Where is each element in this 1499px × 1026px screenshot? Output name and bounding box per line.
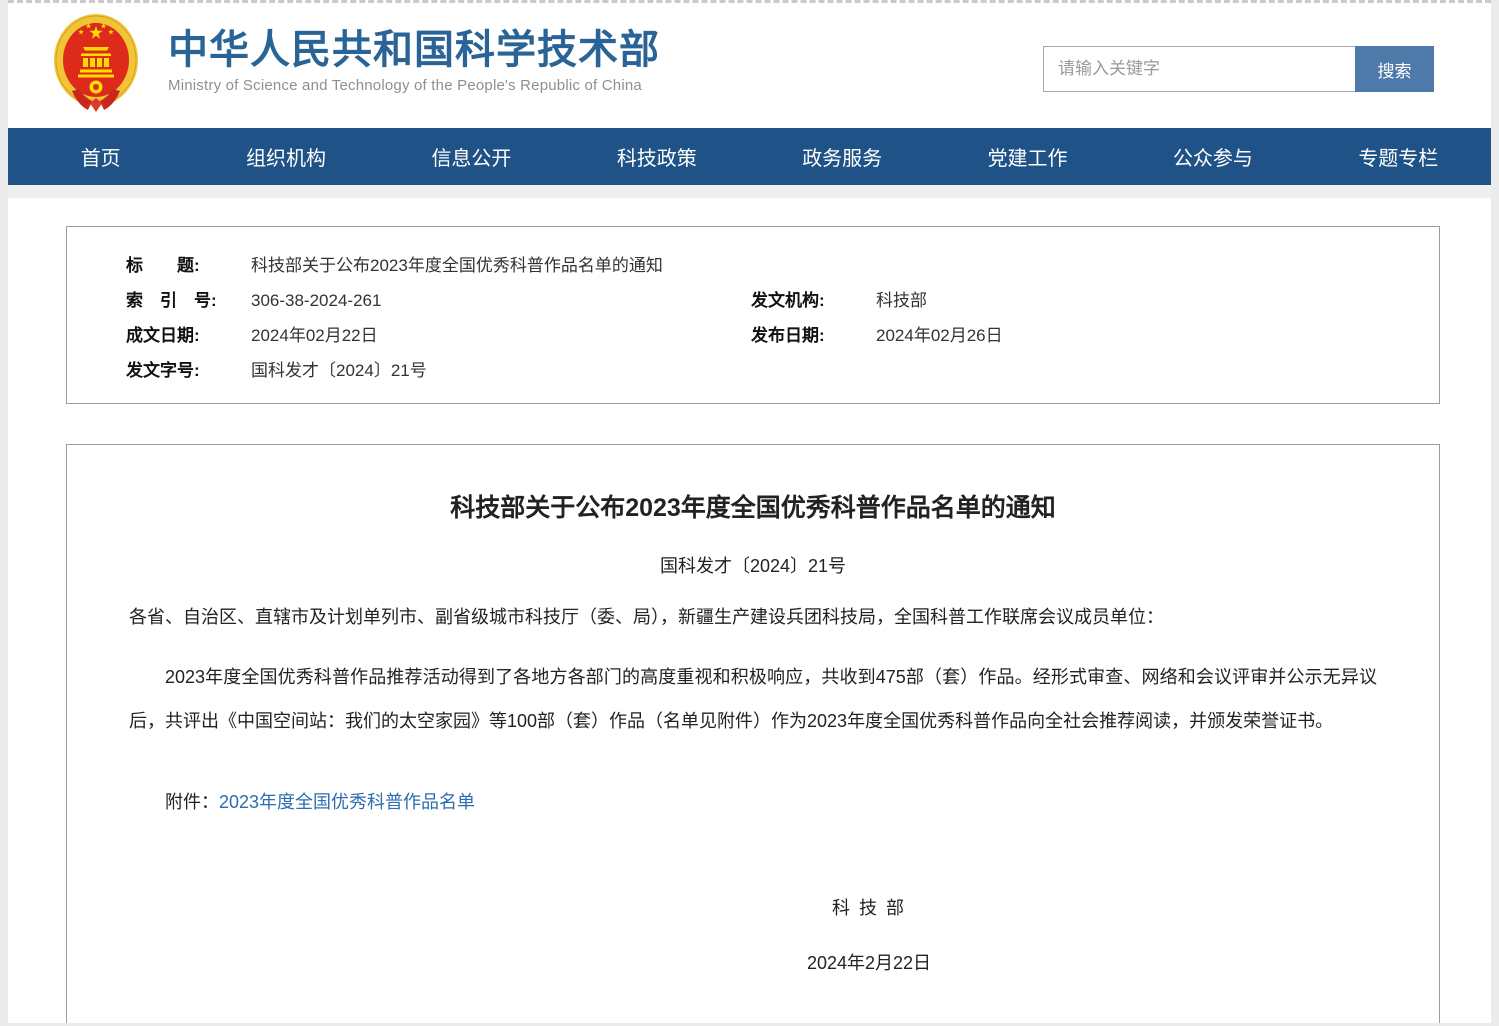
meta-row-doc-number: 发文字号:国科发才〔2024〕21号: [126, 353, 1439, 388]
site-header: 中华人民共和国科学技术部 Ministry of Science and Tec…: [8, 3, 1491, 128]
document-title: 科技部关于公布2023年度全国优秀科普作品名单的通知: [129, 493, 1377, 524]
meta-written-date-label: 成文日期:: [126, 318, 251, 353]
national-emblem-icon: [52, 13, 140, 113]
meta-cell: 发布日期:2024年02月26日: [751, 318, 1003, 353]
meta-publish-date-value: 2024年02月26日: [876, 326, 1003, 345]
main-content: 标 题:科技部关于公布2023年度全国优秀科普作品名单的通知 索 引 号:306…: [8, 226, 1491, 1023]
meta-row-index: 索 引 号:306-38-2024-261 发文机构:科技部: [126, 283, 1439, 318]
site-subtitle: Ministry of Science and Technology of th…: [168, 77, 660, 94]
site-brand-text: 中华人民共和国科学技术部 Ministry of Science and Tec…: [168, 13, 660, 94]
nav-item-info-disclosure[interactable]: 信息公开: [379, 128, 564, 185]
nav-item-sci-tech-policy[interactable]: 科技政策: [564, 128, 749, 185]
meta-row-dates: 成文日期:2024年02月22日 发布日期:2024年02月26日: [126, 318, 1439, 353]
nav-item-gov-services[interactable]: 政务服务: [750, 128, 935, 185]
meta-cell: 成文日期:2024年02月22日: [126, 318, 751, 353]
document-salutation: 各省、自治区、直辖市及计划单列市、副省级城市科技厅（委、局），新疆生产建设兵团科…: [129, 595, 1377, 639]
attachment-line: 附件：2023年度全国优秀科普作品名单: [129, 788, 1377, 816]
signer-name: 科 技 部: [759, 896, 979, 920]
document-number: 国科发才〔2024〕21号: [129, 554, 1377, 579]
nav-item-public-participation[interactable]: 公众参与: [1120, 128, 1305, 185]
search-input[interactable]: [1043, 46, 1355, 92]
search-bar: 搜索: [1043, 46, 1434, 92]
meta-cell: 索 引 号:306-38-2024-261: [126, 283, 751, 318]
attachment-link[interactable]: 2023年度全国优秀科普作品名单: [219, 792, 475, 812]
nav-item-home[interactable]: 首页: [8, 128, 193, 185]
document-box: 科技部关于公布2023年度全国优秀科普作品名单的通知 国科发才〔2024〕21号…: [66, 444, 1440, 1023]
meta-row-title: 标 题:科技部关于公布2023年度全国优秀科普作品名单的通知: [126, 248, 1439, 283]
nav-divider: [8, 185, 1491, 198]
meta-title-value: 科技部关于公布2023年度全国优秀科普作品名单的通知: [251, 256, 663, 275]
meta-agency-value: 科技部: [876, 291, 927, 310]
signature-block: 科 技 部 2024年2月22日: [759, 896, 979, 975]
meta-cell: 发文字号:国科发才〔2024〕21号: [126, 353, 427, 388]
nav-item-party-building[interactable]: 党建工作: [935, 128, 1120, 185]
site-title: 中华人民共和国科学技术部: [168, 27, 660, 73]
document-paragraph: 2023年度全国优秀科普作品推荐活动得到了各地方各部门的高度重视和积极响应，共收…: [129, 655, 1377, 743]
document-meta-box: 标 题:科技部关于公布2023年度全国优秀科普作品名单的通知 索 引 号:306…: [66, 226, 1440, 404]
attachment-label: 附件：: [165, 792, 219, 812]
meta-title-label: 标 题:: [126, 248, 251, 283]
nav-item-special-topics[interactable]: 专题专栏: [1306, 128, 1491, 185]
meta-doc-no-value: 国科发才〔2024〕21号: [251, 361, 427, 380]
signature-date: 2024年2月22日: [759, 951, 979, 975]
meta-cell: 发文机构:科技部: [751, 283, 927, 318]
page: 中华人民共和国科学技术部 Ministry of Science and Tec…: [8, 0, 1491, 1023]
meta-written-date-value: 2024年02月22日: [251, 326, 378, 345]
meta-doc-no-label: 发文字号:: [126, 353, 251, 388]
site-brand[interactable]: 中华人民共和国科学技术部 Ministry of Science and Tec…: [52, 13, 660, 113]
meta-cell: 标 题:科技部关于公布2023年度全国优秀科普作品名单的通知: [126, 248, 663, 283]
meta-index-label: 索 引 号:: [126, 283, 251, 318]
meta-publish-date-label: 发布日期:: [751, 318, 876, 353]
meta-index-value: 306-38-2024-261: [251, 291, 381, 310]
main-nav: 首页 组织机构 信息公开 科技政策 政务服务 党建工作 公众参与 专题专栏: [8, 128, 1491, 185]
nav-item-organization[interactable]: 组织机构: [193, 128, 378, 185]
meta-agency-label: 发文机构:: [751, 283, 876, 318]
search-button[interactable]: 搜索: [1355, 46, 1434, 92]
